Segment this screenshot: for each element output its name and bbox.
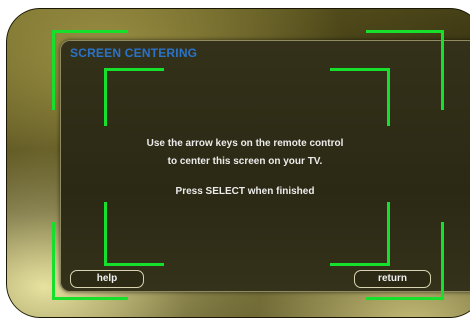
return-button[interactable]: return [354,270,431,288]
instruction-line-2: to center this screen on your TV. [167,156,323,167]
instruction-line-1: Use the arrow keys on the remote control [146,138,344,149]
help-button[interactable]: help [70,270,144,288]
instruction-line-3: Press SELECT when finished [175,186,315,197]
page-title: SCREEN CENTERING [70,46,198,60]
